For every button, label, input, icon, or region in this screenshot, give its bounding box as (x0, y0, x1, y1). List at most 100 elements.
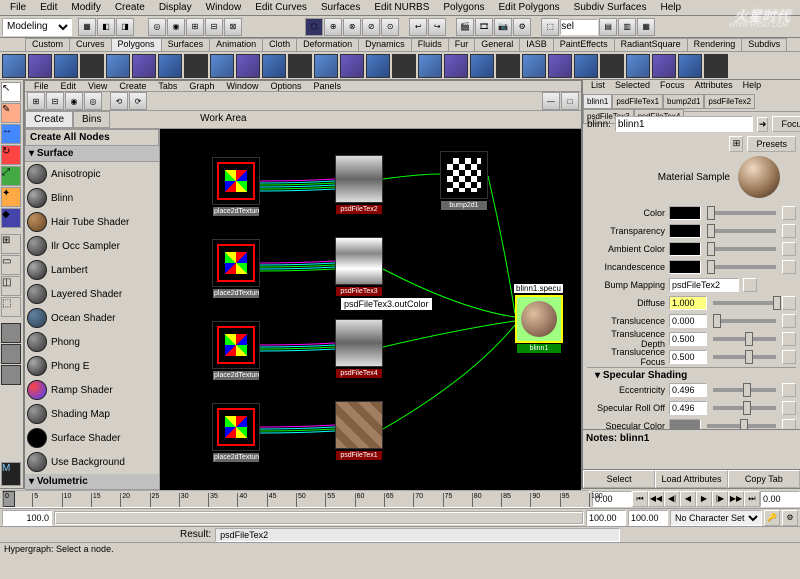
layout-btn[interactable]: ⊞ (1, 234, 21, 254)
shelf-tab-subdivs[interactable]: Subdivs (741, 38, 787, 51)
slider[interactable] (713, 406, 776, 410)
menu-window[interactable]: Window (200, 1, 248, 14)
create-surface-shader[interactable]: Surface Shader (25, 426, 159, 450)
node-psdtex4[interactable]: psdFileTex4 (335, 319, 383, 367)
snap-btn[interactable]: ⬡ (305, 18, 323, 36)
hs-menu-options[interactable]: Options (265, 81, 306, 91)
shelf-icon[interactable] (418, 54, 442, 78)
node-place2d[interactable]: place2dTexture6 (212, 403, 260, 451)
shelf-icon[interactable] (106, 54, 130, 78)
load-attrs-button[interactable]: Load Attributes (655, 470, 727, 488)
ae-menu-list[interactable]: List (587, 80, 609, 94)
status-btn[interactable]: ⊟ (205, 18, 223, 36)
layout-btn[interactable]: ▭ (1, 255, 21, 275)
end-button[interactable]: ⏭ (744, 491, 760, 507)
menu-edit-polygons[interactable]: Edit Polygons (493, 1, 566, 14)
hs-tool[interactable]: ⊞ (27, 92, 45, 110)
shelf-tab-fluids[interactable]: Fluids (411, 38, 449, 51)
snap-btn[interactable]: ⊙ (381, 18, 399, 36)
create-ilr-occ-sampler[interactable]: Ilr Occ Sampler (25, 234, 159, 258)
transfocus-field[interactable] (669, 350, 707, 364)
ae-tab-psdFileTex2[interactable]: psdFileTex2 (704, 94, 755, 109)
ae-tab-psdFileTex1[interactable]: psdFileTex1 (612, 94, 663, 109)
go-icon[interactable]: ➜ (757, 117, 769, 132)
hs-menu-panels[interactable]: Panels (308, 81, 346, 91)
status-btn[interactable]: ◎ (148, 18, 166, 36)
result-field[interactable]: psdFileTex2 (215, 528, 620, 542)
map-button[interactable] (782, 206, 796, 220)
map-button[interactable] (782, 242, 796, 256)
color-slider[interactable] (707, 211, 776, 215)
shelf-icon[interactable] (522, 54, 546, 78)
autokey-button[interactable]: 🔑 (764, 510, 780, 526)
shelf-tab-animation[interactable]: Animation (209, 38, 263, 51)
stepback-button[interactable]: ◀◀ (648, 491, 664, 507)
node-blinn1[interactable]: blinn1 blinn1.specu (515, 295, 563, 343)
slider[interactable] (707, 424, 776, 428)
shelf-icon[interactable] (444, 54, 468, 78)
ae-menu-help[interactable]: Help (739, 80, 766, 94)
menu-surfaces[interactable]: Surfaces (315, 1, 366, 14)
shelf-icon[interactable] (574, 54, 598, 78)
shelf-icon[interactable] (236, 54, 260, 78)
transdepth-field[interactable] (669, 332, 707, 346)
diffuse-field[interactable] (669, 296, 707, 310)
select-tool[interactable]: ↖ (1, 82, 21, 102)
slider[interactable] (713, 355, 776, 359)
work-area[interactable]: place2dTexture3 psdFileTex2 bump2d1 plac… (160, 129, 581, 490)
status-btn[interactable]: ⊠ (224, 18, 242, 36)
hs-tool[interactable]: □ (561, 92, 579, 110)
slider[interactable] (707, 265, 776, 269)
render-btn[interactable]: 📷 (494, 18, 512, 36)
shelf-icon[interactable] (262, 54, 286, 78)
playfwd-button[interactable]: ▶ (696, 491, 712, 507)
node-psdtex3[interactable]: psdFileTex3 (335, 237, 383, 285)
shelf-tab-dynamics[interactable]: Dynamics (358, 38, 412, 51)
shelf-icon[interactable] (54, 54, 78, 78)
shelf-icon[interactable] (392, 54, 416, 78)
speccol-swatch[interactable] (669, 419, 701, 430)
menu-edit-nurbs[interactable]: Edit NURBS (368, 1, 435, 14)
hs-menu-graph[interactable]: Graph (184, 81, 219, 91)
create-use-background[interactable]: Use Background (25, 450, 159, 474)
hs-menu-tabs[interactable]: Tabs (153, 81, 182, 91)
map-button[interactable] (782, 260, 796, 274)
presets-button[interactable]: Presets (747, 136, 796, 152)
status-btn[interactable]: ◉ (167, 18, 185, 36)
tab-bins[interactable]: Bins (73, 111, 110, 128)
select-button[interactable]: Select (583, 470, 655, 488)
transluc-field[interactable] (669, 314, 707, 328)
create-header[interactable]: Create All Nodes (25, 129, 159, 146)
create-hair-tube-shader[interactable]: Hair Tube Shader (25, 210, 159, 234)
ae-menu-attributes[interactable]: Attributes (691, 80, 737, 94)
bump-field[interactable] (669, 278, 739, 292)
shelf-icon[interactable] (158, 54, 182, 78)
map-button[interactable] (743, 278, 757, 292)
lasso-tool[interactable]: ✎ (1, 103, 21, 123)
map-button[interactable] (782, 383, 796, 397)
specular-header[interactable]: ▾ Specular Shading (587, 370, 796, 381)
stepfwd-button[interactable]: ▶▶ (728, 491, 744, 507)
hs-tool[interactable]: ⊟ (46, 92, 64, 110)
shelf-tab-general[interactable]: General (474, 38, 520, 51)
render-btn[interactable]: 🎬 (456, 18, 474, 36)
copy-tab-button[interactable]: Copy Tab (728, 470, 800, 488)
shelf-icon[interactable] (496, 54, 520, 78)
snap-btn[interactable]: ⊗ (343, 18, 361, 36)
slider[interactable] (707, 229, 776, 233)
snap-btn[interactable]: ⊕ (324, 18, 342, 36)
create-ramp-shader[interactable]: Ramp Shader (25, 378, 159, 402)
node-place2d[interactable]: place2dTexture3 (212, 157, 260, 205)
node-psdtex2[interactable]: psdFileTex2 (335, 155, 383, 203)
create-phong-e[interactable]: Phong E (25, 354, 159, 378)
hs-menu-view[interactable]: View (83, 81, 112, 91)
shelf-tab-radiantsquare[interactable]: RadiantSquare (614, 38, 688, 51)
hs-menu-create[interactable]: Create (114, 81, 151, 91)
hs-tool[interactable]: ◎ (84, 92, 102, 110)
ecc-field[interactable] (669, 383, 707, 397)
quick-layout[interactable] (1, 344, 21, 364)
tab-create[interactable]: Create (25, 111, 73, 128)
playback-button[interactable]: ◀ (680, 491, 696, 507)
shelf-tab-iasb[interactable]: IASB (519, 38, 554, 51)
prevkey-button[interactable]: ◀| (664, 491, 680, 507)
